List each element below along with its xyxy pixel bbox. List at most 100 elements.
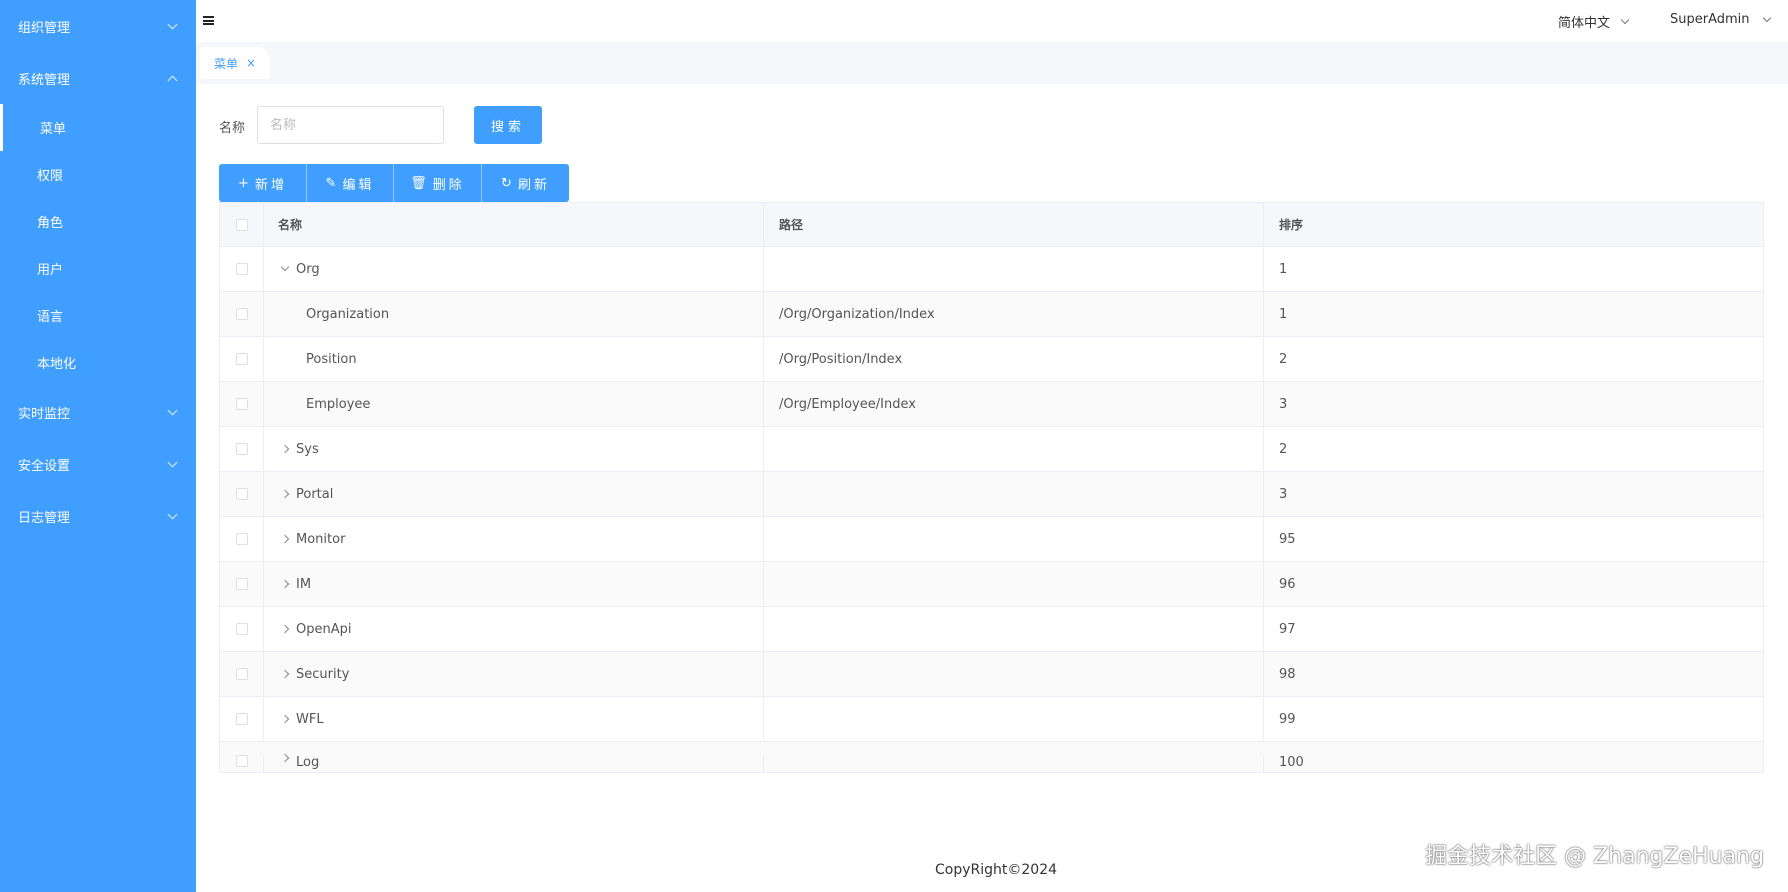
table-header-row: 名称 路径 排序 bbox=[220, 203, 1763, 247]
select-all-checkbox[interactable] bbox=[235, 218, 248, 231]
add-button[interactable]: + 新增 bbox=[219, 164, 307, 202]
column-header-sort[interactable]: 排序 bbox=[1264, 203, 1763, 246]
hamburger-menu-icon[interactable] bbox=[203, 16, 214, 25]
table-row[interactable]: WFL 99 bbox=[220, 697, 1763, 742]
table-row[interactable]: Security 98 bbox=[220, 652, 1763, 697]
row-path bbox=[764, 247, 1264, 291]
sidebar-item-label: 用户 bbox=[37, 263, 64, 278]
edit-label: 编辑 bbox=[342, 177, 375, 193]
table-row[interactable]: Organization/Org/Organization/Index 1 bbox=[220, 292, 1763, 337]
sidebar-group-label: 系统管理 bbox=[18, 72, 71, 88]
row-path: /Org/Employee/Index bbox=[764, 382, 1264, 426]
row-checkbox[interactable] bbox=[235, 263, 248, 275]
row-name: Position bbox=[306, 351, 357, 367]
row-checkbox[interactable] bbox=[235, 398, 248, 410]
chevron-right-icon[interactable] bbox=[278, 534, 292, 544]
table-row[interactable]: Position/Org/Position/Index 2 bbox=[220, 337, 1763, 382]
chevron-down-icon bbox=[1620, 15, 1630, 24]
sidebar-group-label: 安全设置 bbox=[18, 458, 71, 474]
sidebar-item-role[interactable]: 角色 bbox=[0, 198, 196, 245]
sidebar-item-permission[interactable]: 权限 bbox=[0, 151, 196, 198]
chevron-right-icon[interactable] bbox=[278, 669, 292, 679]
chevron-right-icon[interactable] bbox=[278, 489, 292, 499]
row-checkbox[interactable] bbox=[235, 353, 248, 365]
row-sort: 3 bbox=[1279, 486, 1288, 502]
name-cell: IM bbox=[264, 562, 764, 606]
table-row[interactable]: Sys 2 bbox=[220, 427, 1763, 472]
sidebar-item-language[interactable]: 语言 bbox=[0, 292, 196, 339]
user-name: SuperAdmin bbox=[1670, 12, 1750, 27]
row-name: OpenApi bbox=[296, 621, 352, 637]
row-checkbox[interactable] bbox=[235, 755, 248, 767]
search-name-input[interactable] bbox=[257, 106, 444, 144]
row-checkbox[interactable] bbox=[235, 308, 248, 320]
sidebar-group-monitor[interactable]: 实时监控 bbox=[0, 386, 196, 438]
table-row[interactable]: Portal 3 bbox=[220, 472, 1763, 517]
row-check-cell bbox=[220, 337, 264, 381]
table-row[interactable]: OpenApi 97 bbox=[220, 607, 1763, 652]
tab-bar: 菜单 × bbox=[196, 42, 1788, 84]
chevron-right-icon[interactable] bbox=[278, 579, 292, 589]
row-checkbox[interactable] bbox=[235, 533, 248, 545]
sidebar-group-log[interactable]: 日志管理 bbox=[0, 490, 196, 542]
row-checkbox[interactable] bbox=[235, 578, 248, 590]
row-path bbox=[764, 562, 1264, 606]
name-cell: Log bbox=[264, 753, 764, 772]
sidebar-item-label: 菜单 bbox=[40, 122, 67, 137]
language-selector[interactable]: 简体中文 bbox=[1558, 12, 1630, 31]
chevron-down-icon[interactable] bbox=[278, 262, 292, 272]
row-sort: 99 bbox=[1279, 711, 1296, 727]
sidebar-group-security[interactable]: 安全设置 bbox=[0, 438, 196, 490]
sidebar-item-label: 本地化 bbox=[37, 357, 77, 372]
user-menu[interactable]: SuperAdmin bbox=[1670, 12, 1771, 27]
sidebar-group-system[interactable]: 系统管理 bbox=[0, 52, 196, 104]
row-sort: 1 bbox=[1279, 261, 1288, 277]
chevron-right-icon[interactable] bbox=[278, 624, 292, 634]
row-check-cell bbox=[220, 652, 264, 696]
row-check-cell bbox=[220, 427, 264, 471]
sidebar-item-menu[interactable]: 菜单 bbox=[0, 104, 196, 151]
delete-label: 删除 bbox=[432, 177, 465, 193]
chevron-down-icon bbox=[167, 457, 178, 467]
refresh-label: 刷新 bbox=[517, 177, 550, 193]
tab-menu[interactable]: 菜单 × bbox=[200, 47, 270, 79]
row-name: Monitor bbox=[296, 531, 346, 547]
column-header-name[interactable]: 名称 bbox=[264, 203, 764, 246]
row-checkbox[interactable] bbox=[235, 713, 248, 725]
sidebar-group-label: 实时监控 bbox=[18, 406, 71, 422]
row-name: Organization bbox=[306, 306, 390, 322]
table-row[interactable]: Monitor 95 bbox=[220, 517, 1763, 562]
row-checkbox[interactable] bbox=[235, 668, 248, 680]
refresh-button[interactable]: ↻ 刷新 bbox=[482, 164, 569, 202]
sidebar-item-localization[interactable]: 本地化 bbox=[0, 339, 196, 386]
row-checkbox[interactable] bbox=[235, 443, 248, 455]
row-sort: 100 bbox=[1279, 755, 1304, 770]
search-button[interactable]: 搜索 bbox=[474, 106, 542, 144]
row-checkbox[interactable] bbox=[235, 623, 248, 635]
table-row[interactable]: IM 96 bbox=[220, 562, 1763, 607]
name-cell: Position bbox=[264, 337, 764, 381]
chevron-right-icon[interactable] bbox=[278, 753, 292, 763]
delete-button[interactable]: 🗑 删除 bbox=[394, 164, 482, 202]
row-name: Org bbox=[296, 261, 320, 277]
row-check-cell bbox=[220, 607, 264, 651]
row-check-cell bbox=[220, 517, 264, 561]
row-checkbox[interactable] bbox=[235, 488, 248, 500]
action-toolbar: + 新增 ✎ 编辑 🗑 删除 ↻ 刷新 bbox=[219, 164, 569, 202]
chevron-down-icon bbox=[167, 509, 178, 519]
row-sort: 96 bbox=[1279, 576, 1296, 592]
chevron-right-icon[interactable] bbox=[278, 444, 292, 454]
sidebar-item-user[interactable]: 用户 bbox=[0, 245, 196, 292]
chevron-right-icon[interactable] bbox=[278, 714, 292, 724]
row-check-cell bbox=[220, 472, 264, 516]
sidebar-group-org[interactable]: 组织管理 bbox=[0, 0, 196, 52]
table-row[interactable]: Org 1 bbox=[220, 247, 1763, 292]
close-icon[interactable]: × bbox=[246, 56, 256, 70]
column-header-path[interactable]: 路径 bbox=[764, 203, 1264, 246]
chevron-down-icon bbox=[1762, 13, 1771, 22]
row-check-cell bbox=[220, 755, 264, 772]
table-row[interactable]: Log 100 bbox=[220, 742, 1763, 772]
edit-button[interactable]: ✎ 编辑 bbox=[307, 164, 394, 202]
row-check-cell bbox=[220, 382, 264, 426]
table-row[interactable]: Employee/Org/Employee/Index 3 bbox=[220, 382, 1763, 427]
